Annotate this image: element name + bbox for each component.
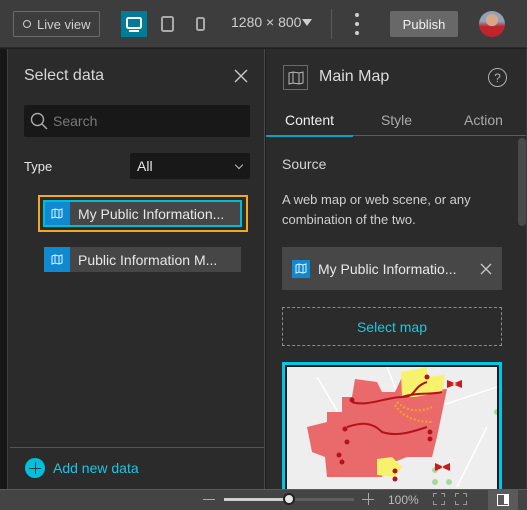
plus-circle-icon: [25, 458, 45, 478]
map-icon: [51, 254, 63, 265]
panel-divider: [10, 447, 264, 448]
device-desktop-button[interactable]: [121, 11, 147, 37]
widget-title: Main Map: [319, 68, 390, 85]
type-label: Type: [24, 159, 53, 174]
data-list-item[interactable]: My Public Information...: [43, 200, 242, 227]
type-select[interactable]: All: [130, 153, 250, 179]
left-sidebar-strip: [0, 49, 7, 489]
more-dot-icon: [355, 13, 359, 17]
data-item-label: My Public Information...: [78, 205, 225, 222]
map-icon: [51, 208, 63, 219]
source-section-title: Source: [282, 156, 327, 172]
type-select-value: All: [137, 158, 153, 174]
search-field[interactable]: [24, 105, 250, 137]
fit-width-icon[interactable]: [433, 493, 445, 505]
caret-down-icon: [302, 18, 313, 26]
settings-scrollbar[interactable]: [518, 138, 526, 226]
tab-action[interactable]: Action: [440, 104, 527, 136]
more-options-button[interactable]: [352, 13, 362, 35]
live-view-circle-icon: [23, 20, 31, 28]
device-tablet-button[interactable]: [154, 11, 180, 37]
map-icon-box: [44, 247, 70, 272]
user-avatar[interactable]: [479, 11, 505, 37]
zoom-slider[interactable]: [224, 493, 354, 505]
fit-height-icon[interactable]: [455, 493, 467, 505]
selected-map-label: My Public Informatio...: [318, 260, 457, 277]
map-icon-box: [44, 201, 70, 226]
search-input[interactable]: [53, 113, 243, 129]
close-icon[interactable]: [234, 69, 248, 83]
add-new-data-label: Add new data: [53, 460, 139, 476]
resolution-value: 1280 × 800: [231, 14, 302, 30]
more-dot-icon: [355, 31, 359, 35]
select-map-button[interactable]: Select map: [282, 307, 502, 346]
bottom-toolbar: 100%: [0, 489, 527, 510]
map-icon: [295, 263, 307, 274]
tablet-icon: [160, 16, 174, 32]
tab-style[interactable]: Style: [353, 104, 440, 136]
live-view-label: Live view: [37, 16, 91, 32]
help-icon[interactable]: ?: [488, 68, 507, 87]
selected-map-chip: My Public Informatio...: [282, 247, 502, 290]
desktop-icon: [126, 16, 142, 32]
select-data-title: Select data: [24, 67, 105, 84]
chevron-down-icon: [234, 160, 244, 169]
data-list-item[interactable]: Public Information M...: [44, 247, 241, 272]
publish-button[interactable]: Publish: [390, 11, 458, 37]
settings-tabs: Content Style Action: [266, 104, 527, 137]
toolbar-divider: [331, 9, 332, 39]
map-preview-image: [287, 367, 497, 489]
source-description: A web map or web scene, or any combinati…: [282, 192, 471, 227]
toggle-panel-button[interactable]: [488, 490, 518, 510]
map-thumbnail[interactable]: [282, 362, 502, 489]
phone-icon: [195, 17, 205, 31]
select-data-panel: Select data Type All My Public Informati…: [7, 49, 265, 489]
map-settings-panel: Main Map ? Content Style Action Source A…: [266, 49, 527, 489]
live-view-button[interactable]: Live view: [13, 11, 100, 37]
remove-icon[interactable]: [480, 263, 492, 275]
map-icon-box: [292, 259, 310, 278]
zoom-in-icon[interactable]: [362, 493, 374, 505]
widget-icon-box: [283, 65, 308, 90]
zoom-slider-handle[interactable]: [283, 493, 295, 505]
data-item-label: Public Information M...: [78, 251, 218, 268]
zoom-out-icon[interactable]: [203, 499, 215, 500]
panel-right-icon: [497, 494, 509, 506]
tab-content[interactable]: Content: [266, 104, 353, 137]
map-icon: [288, 70, 303, 85]
device-phone-button[interactable]: [187, 11, 213, 37]
resolution-dropdown[interactable]: 1280 × 800: [231, 14, 313, 30]
add-new-data-button[interactable]: Add new data: [25, 458, 139, 478]
more-dot-icon: [355, 22, 359, 26]
zoom-slider-fill: [224, 498, 289, 501]
top-toolbar: Live view 1280 × 800 Publish: [0, 0, 527, 48]
experience-builder: Live view 1280 × 800 Publish Select data…: [0, 0, 527, 510]
zoom-level: 100%: [388, 493, 419, 507]
search-icon: [30, 112, 48, 130]
